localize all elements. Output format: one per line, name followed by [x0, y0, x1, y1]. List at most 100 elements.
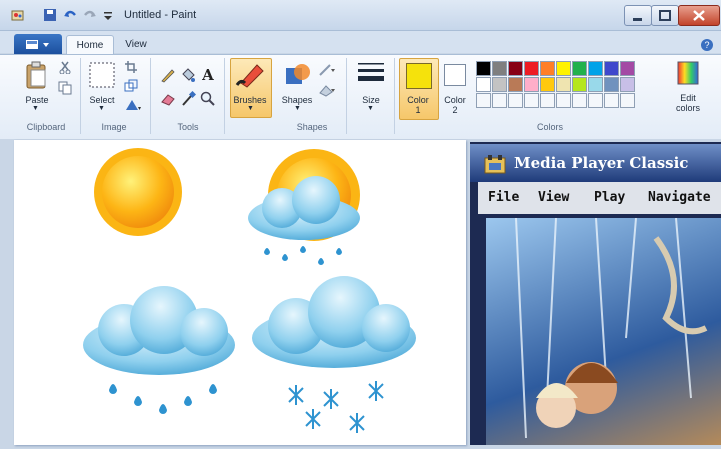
- custom-color-slot[interactable]: [524, 93, 539, 108]
- resize-icon[interactable]: [124, 78, 138, 97]
- crop-icon[interactable]: [124, 59, 138, 78]
- palette-swatch[interactable]: [476, 61, 491, 76]
- mpc-menu-navigate[interactable]: Navigate: [648, 190, 711, 205]
- custom-color-slot[interactable]: [620, 93, 635, 108]
- maximize-button[interactable]: [651, 5, 679, 26]
- text-icon[interactable]: A: [200, 66, 216, 86]
- paint-app-icon[interactable]: [10, 7, 26, 23]
- palette-swatch[interactable]: [492, 77, 507, 92]
- redo-icon[interactable]: [82, 7, 98, 23]
- custom-color-slot[interactable]: [556, 93, 571, 108]
- copy-icon[interactable]: [58, 80, 72, 99]
- color1-label: Color: [407, 95, 429, 105]
- palette-swatch[interactable]: [588, 61, 603, 76]
- pencil-icon[interactable]: [160, 67, 176, 87]
- ribbon-divider: [150, 58, 151, 134]
- sun-illustration: [94, 148, 182, 236]
- shapes-dropdown-icon[interactable]: ▼: [294, 105, 301, 112]
- palette-swatch[interactable]: [620, 61, 635, 76]
- drawing-canvas[interactable]: [14, 140, 466, 445]
- outline-icon[interactable]: [318, 62, 336, 81]
- custom-color-slot[interactable]: [492, 93, 507, 108]
- palette-swatch[interactable]: [604, 61, 619, 76]
- palette-swatch[interactable]: [492, 61, 507, 76]
- fill-icon[interactable]: [180, 67, 196, 87]
- undo-icon[interactable]: [62, 7, 78, 23]
- eraser-icon[interactable]: [160, 91, 176, 111]
- color2-number: 2: [452, 105, 458, 115]
- minimize-button[interactable]: [624, 5, 652, 26]
- customize-quick-access-icon[interactable]: [100, 7, 116, 23]
- media-player-logo-icon: [484, 154, 506, 178]
- palette-swatch[interactable]: [620, 77, 635, 92]
- palette-swatch[interactable]: [588, 77, 603, 92]
- save-icon[interactable]: [42, 7, 58, 23]
- size-label: Size: [362, 95, 380, 105]
- color1-swatch: [406, 63, 432, 89]
- palette-swatch[interactable]: [540, 77, 555, 92]
- paste-icon[interactable]: [24, 60, 50, 94]
- brushes-label: Brushes: [233, 95, 267, 105]
- palette-swatch[interactable]: [508, 77, 523, 92]
- palette-swatch[interactable]: [540, 61, 555, 76]
- palette-swatch[interactable]: [476, 77, 491, 92]
- partly-cloudy-illustration: [248, 149, 360, 265]
- media-player-title: Media Player Classic: [514, 154, 689, 172]
- custom-color-slot[interactable]: [508, 93, 523, 108]
- ribbon-divider: [394, 58, 395, 134]
- tab-view[interactable]: View: [116, 35, 156, 54]
- palette-swatch[interactable]: [556, 77, 571, 92]
- palette-swatch[interactable]: [604, 77, 619, 92]
- ribbon-divider: [224, 58, 225, 134]
- paste-label: Paste: [25, 95, 49, 105]
- video-frame[interactable]: [486, 218, 721, 445]
- title-bar: Untitled - Paint: [0, 0, 721, 31]
- magnifier-icon[interactable]: [200, 91, 216, 111]
- edit-colors-label-line2: colors: [675, 103, 700, 113]
- custom-color-slot[interactable]: [476, 93, 491, 108]
- color1-number: 1: [415, 105, 421, 115]
- shapes-label: Shapes: [281, 95, 313, 105]
- size-dropdown-icon[interactable]: ▼: [367, 105, 374, 112]
- custom-color-slot[interactable]: [572, 93, 587, 108]
- svg-text:A: A: [201, 66, 214, 82]
- clipboard-group-label: Clipboard: [26, 122, 66, 132]
- rotate-icon[interactable]: [124, 97, 142, 116]
- mpc-menu-play[interactable]: Play: [594, 190, 625, 205]
- palette-swatch[interactable]: [556, 61, 571, 76]
- tab-home[interactable]: Home: [66, 35, 114, 55]
- custom-color-slot[interactable]: [604, 93, 619, 108]
- shape-fill-icon[interactable]: [318, 82, 336, 101]
- custom-color-slot[interactable]: [588, 93, 603, 108]
- color-picker-icon[interactable]: [180, 90, 197, 111]
- image-group-label: Image: [101, 122, 127, 132]
- svg-text:?: ?: [704, 40, 709, 50]
- select-dropdown-icon[interactable]: ▼: [98, 105, 105, 112]
- palette-swatch[interactable]: [508, 61, 523, 76]
- close-button[interactable]: [678, 5, 720, 26]
- palette-swatch[interactable]: [572, 61, 587, 76]
- paste-dropdown-icon[interactable]: ▼: [32, 105, 39, 112]
- palette-swatch[interactable]: [524, 61, 539, 76]
- snow-cloud-illustration: [252, 276, 416, 433]
- window-title: Untitled - Paint: [124, 9, 197, 21]
- palette-swatch[interactable]: [524, 77, 539, 92]
- color2-label: Color: [444, 95, 466, 105]
- mpc-menu-view[interactable]: View: [538, 190, 569, 205]
- shapes-group-label: Shapes: [296, 122, 328, 132]
- rain-cloud-illustration: [83, 286, 235, 414]
- custom-color-slot[interactable]: [540, 93, 555, 108]
- application-menu-button[interactable]: [14, 34, 62, 54]
- brushes-dropdown-icon[interactable]: ▼: [247, 105, 254, 112]
- mpc-menu-file[interactable]: File: [488, 190, 519, 205]
- select-icon[interactable]: [88, 61, 116, 93]
- select-label: Select: [89, 95, 115, 105]
- edit-colors-icon[interactable]: [676, 60, 700, 90]
- edit-colors-label-line1: Edit: [680, 93, 696, 103]
- shapes-icon[interactable]: [282, 60, 312, 94]
- color2-swatch[interactable]: [444, 64, 466, 86]
- size-icon[interactable]: [356, 60, 386, 90]
- cut-icon[interactable]: [58, 59, 72, 78]
- ribbon-divider: [346, 58, 347, 134]
- palette-swatch[interactable]: [572, 77, 587, 92]
